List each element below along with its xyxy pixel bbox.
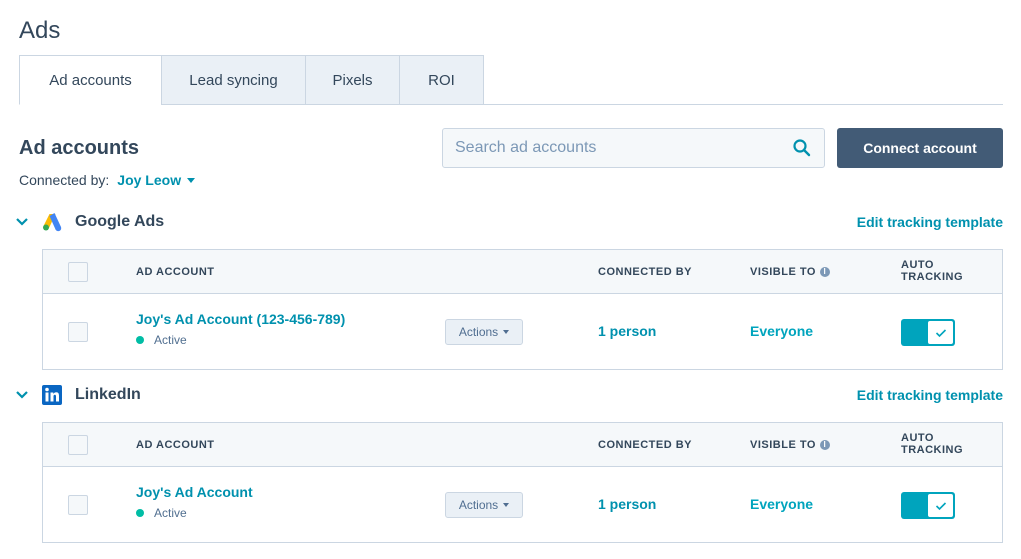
- section-title: Ad accounts: [19, 137, 140, 159]
- tab-pixels[interactable]: Pixels: [305, 55, 400, 105]
- info-icon[interactable]: i: [819, 267, 830, 278]
- search-icon[interactable]: [792, 138, 812, 158]
- column-header-connected-by: CONNECTED BY: [598, 439, 693, 451]
- connected-by-link[interactable]: 1 person: [598, 496, 656, 512]
- google-ads-icon: [43, 213, 62, 232]
- edit-tracking-template-link[interactable]: Edit tracking template: [857, 387, 1003, 403]
- auto-tracking-label-line1: AUTO: [901, 432, 934, 444]
- group-name: Google Ads: [75, 213, 165, 230]
- actions-dropdown-button[interactable]: Actions: [445, 492, 523, 518]
- group-header-linkedin: LinkedIn Edit tracking template: [15, 383, 1003, 407]
- info-icon[interactable]: i: [819, 440, 830, 451]
- visible-to-label: VISIBLE TO: [750, 439, 816, 451]
- toggle-knob: [927, 320, 954, 345]
- chevron-down-icon[interactable]: [15, 388, 29, 402]
- checkmark-icon: [935, 328, 946, 337]
- column-header-visible-to: VISIBLE TO i: [750, 439, 830, 451]
- actions-label: Actions: [458, 498, 499, 512]
- visible-to-value: Everyone: [750, 496, 814, 512]
- status-badge: Active: [136, 333, 187, 347]
- column-header-ad-account: AD ACCOUNT: [136, 266, 215, 278]
- tab-lead-syncing[interactable]: Lead syncing: [161, 55, 306, 105]
- caret-down-icon: [503, 330, 510, 334]
- ad-account-name-link[interactable]: Joy's Ad Account (123-456-789): [136, 311, 345, 327]
- select-all-checkbox[interactable]: [68, 262, 88, 282]
- table-row: Joy's Ad Account (123-456-789) Active Ac…: [43, 294, 1002, 369]
- column-header-connected-by: CONNECTED BY: [598, 266, 693, 278]
- search-input[interactable]: [455, 139, 792, 157]
- checkmark-icon: [935, 501, 946, 510]
- column-header-ad-account: AD ACCOUNT: [136, 439, 215, 451]
- ad-accounts-table-linkedin: AD ACCOUNT CONNECTED BY VISIBLE TO i AUTO…: [42, 422, 1003, 543]
- active-status-dot-icon: [136, 509, 144, 517]
- group-header-google-ads: Google Ads Edit tracking template: [15, 210, 1003, 234]
- connected-by-filter: Connected by: Joy Leow: [19, 172, 196, 188]
- connected-by-user-dropdown[interactable]: Joy Leow: [117, 172, 181, 188]
- connect-account-button[interactable]: Connect account: [837, 128, 1003, 168]
- auto-tracking-toggle[interactable]: [901, 492, 955, 519]
- column-header-auto-tracking: AUTO TRACKING: [901, 259, 963, 283]
- table-row: Joy's Ad Account Active Actions 1 person…: [43, 467, 1002, 542]
- ad-accounts-table-google: AD ACCOUNT CONNECTED BY VISIBLE TO i AUTO…: [42, 249, 1003, 370]
- connected-by-label: Connected by:: [19, 172, 110, 188]
- table-header: AD ACCOUNT CONNECTED BY VISIBLE TO i AUTO…: [43, 423, 1002, 467]
- edit-tracking-template-link[interactable]: Edit tracking template: [857, 214, 1003, 230]
- auto-tracking-toggle[interactable]: [901, 319, 955, 346]
- active-status-dot-icon: [136, 336, 144, 344]
- toggle-knob: [927, 493, 954, 518]
- tab-bar: Ad accounts Lead syncing Pixels ROI: [19, 55, 1003, 105]
- actions-label: Actions: [458, 325, 499, 339]
- status-text: Active: [154, 333, 187, 347]
- page-title: Ads: [19, 17, 61, 44]
- caret-down-icon: [503, 503, 510, 507]
- visible-to-value: Everyone: [750, 323, 814, 339]
- linkedin-icon: [42, 385, 62, 405]
- chevron-down-icon[interactable]: [15, 215, 29, 229]
- status-badge: Active: [136, 506, 187, 520]
- actions-dropdown-button[interactable]: Actions: [445, 319, 523, 345]
- status-text: Active: [154, 506, 187, 520]
- ad-account-name-link[interactable]: Joy's Ad Account: [136, 484, 253, 500]
- row-checkbox[interactable]: [68, 495, 88, 515]
- search-box: [442, 128, 825, 168]
- tab-roi[interactable]: ROI: [399, 55, 484, 105]
- table-header: AD ACCOUNT CONNECTED BY VISIBLE TO i AUTO…: [43, 250, 1002, 294]
- auto-tracking-label-line2: TRACKING: [901, 271, 964, 283]
- visible-to-label: VISIBLE TO: [750, 266, 816, 278]
- column-header-auto-tracking: AUTO TRACKING: [901, 432, 963, 456]
- row-checkbox[interactable]: [68, 322, 88, 342]
- group-name: LinkedIn: [75, 386, 141, 403]
- connected-by-link[interactable]: 1 person: [598, 323, 656, 339]
- select-all-checkbox[interactable]: [68, 435, 88, 455]
- auto-tracking-label-line2: TRACKING: [901, 444, 964, 456]
- column-header-visible-to: VISIBLE TO i: [750, 266, 830, 278]
- caret-down-icon[interactable]: [187, 177, 196, 183]
- tab-ad-accounts[interactable]: Ad accounts: [19, 55, 162, 105]
- auto-tracking-label-line1: AUTO: [901, 259, 934, 271]
